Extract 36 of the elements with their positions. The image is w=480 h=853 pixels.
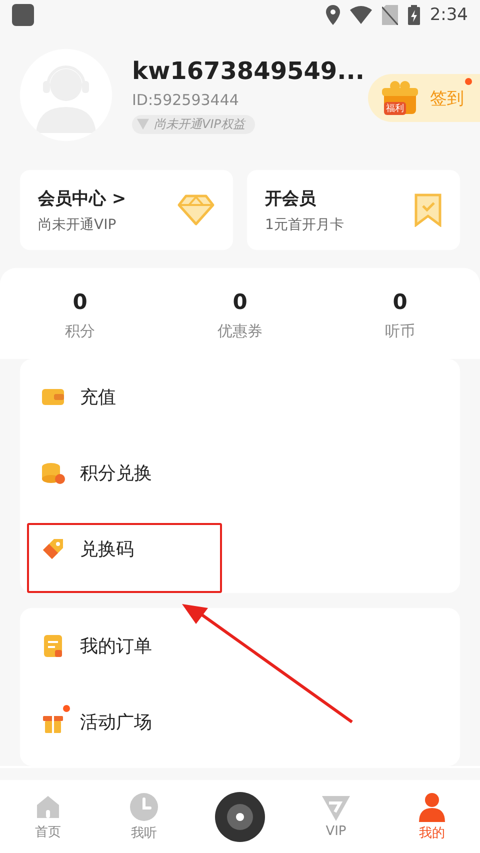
no-sim-icon: [382, 5, 398, 25]
wifi-icon: [350, 6, 372, 24]
stat-value[interactable]: 0: [232, 290, 248, 314]
stat-value[interactable]: 0: [392, 290, 408, 314]
app-icon: [12, 4, 34, 26]
location-icon: [326, 5, 340, 25]
player-disc-icon[interactable]: [215, 792, 265, 842]
nav-tab[interactable]: 首页: [0, 792, 96, 840]
nav-tab[interactable]: VIP: [288, 794, 384, 839]
status-time: 2:34: [430, 5, 468, 25]
membership-card[interactable]: 会员中心 > 尚未开通VIP: [20, 170, 233, 250]
stat-label: 积分: [65, 322, 95, 341]
checkin-button[interactable]: 福利 签到: [368, 74, 480, 122]
menu-item[interactable]: 我的订单: [80, 634, 152, 658]
nav-tab[interactable]: 我听: [96, 792, 192, 842]
stat-value[interactable]: 0: [72, 290, 88, 314]
card-title: 会员中心 >: [38, 188, 128, 210]
battery-icon: [408, 5, 420, 25]
coins-icon: [40, 460, 66, 486]
stat-label: 优惠券: [218, 322, 262, 341]
stat-label: 听币: [385, 322, 415, 341]
bookmark-icon: [414, 193, 442, 227]
vip-icon: [321, 794, 351, 822]
membership-card[interactable]: 开会员 1元首开月卡: [247, 170, 460, 250]
card-subtitle: 1元首开月卡: [265, 216, 345, 234]
card-title: 开会员: [265, 188, 317, 210]
diamond-icon: [177, 194, 215, 226]
menu-item[interactable]: 积分兑换: [80, 461, 152, 485]
menu-item[interactable]: 充值: [80, 385, 116, 409]
clock-icon: [129, 792, 159, 822]
username: kw1673849549...: [132, 56, 364, 84]
person-icon: [417, 792, 447, 822]
menu-item[interactable]: 兑换码: [80, 537, 134, 561]
card-subtitle: 尚未开通VIP: [38, 216, 118, 234]
user-id: ID:592593444: [132, 90, 239, 108]
menu-item[interactable]: 活动广场: [80, 710, 152, 734]
